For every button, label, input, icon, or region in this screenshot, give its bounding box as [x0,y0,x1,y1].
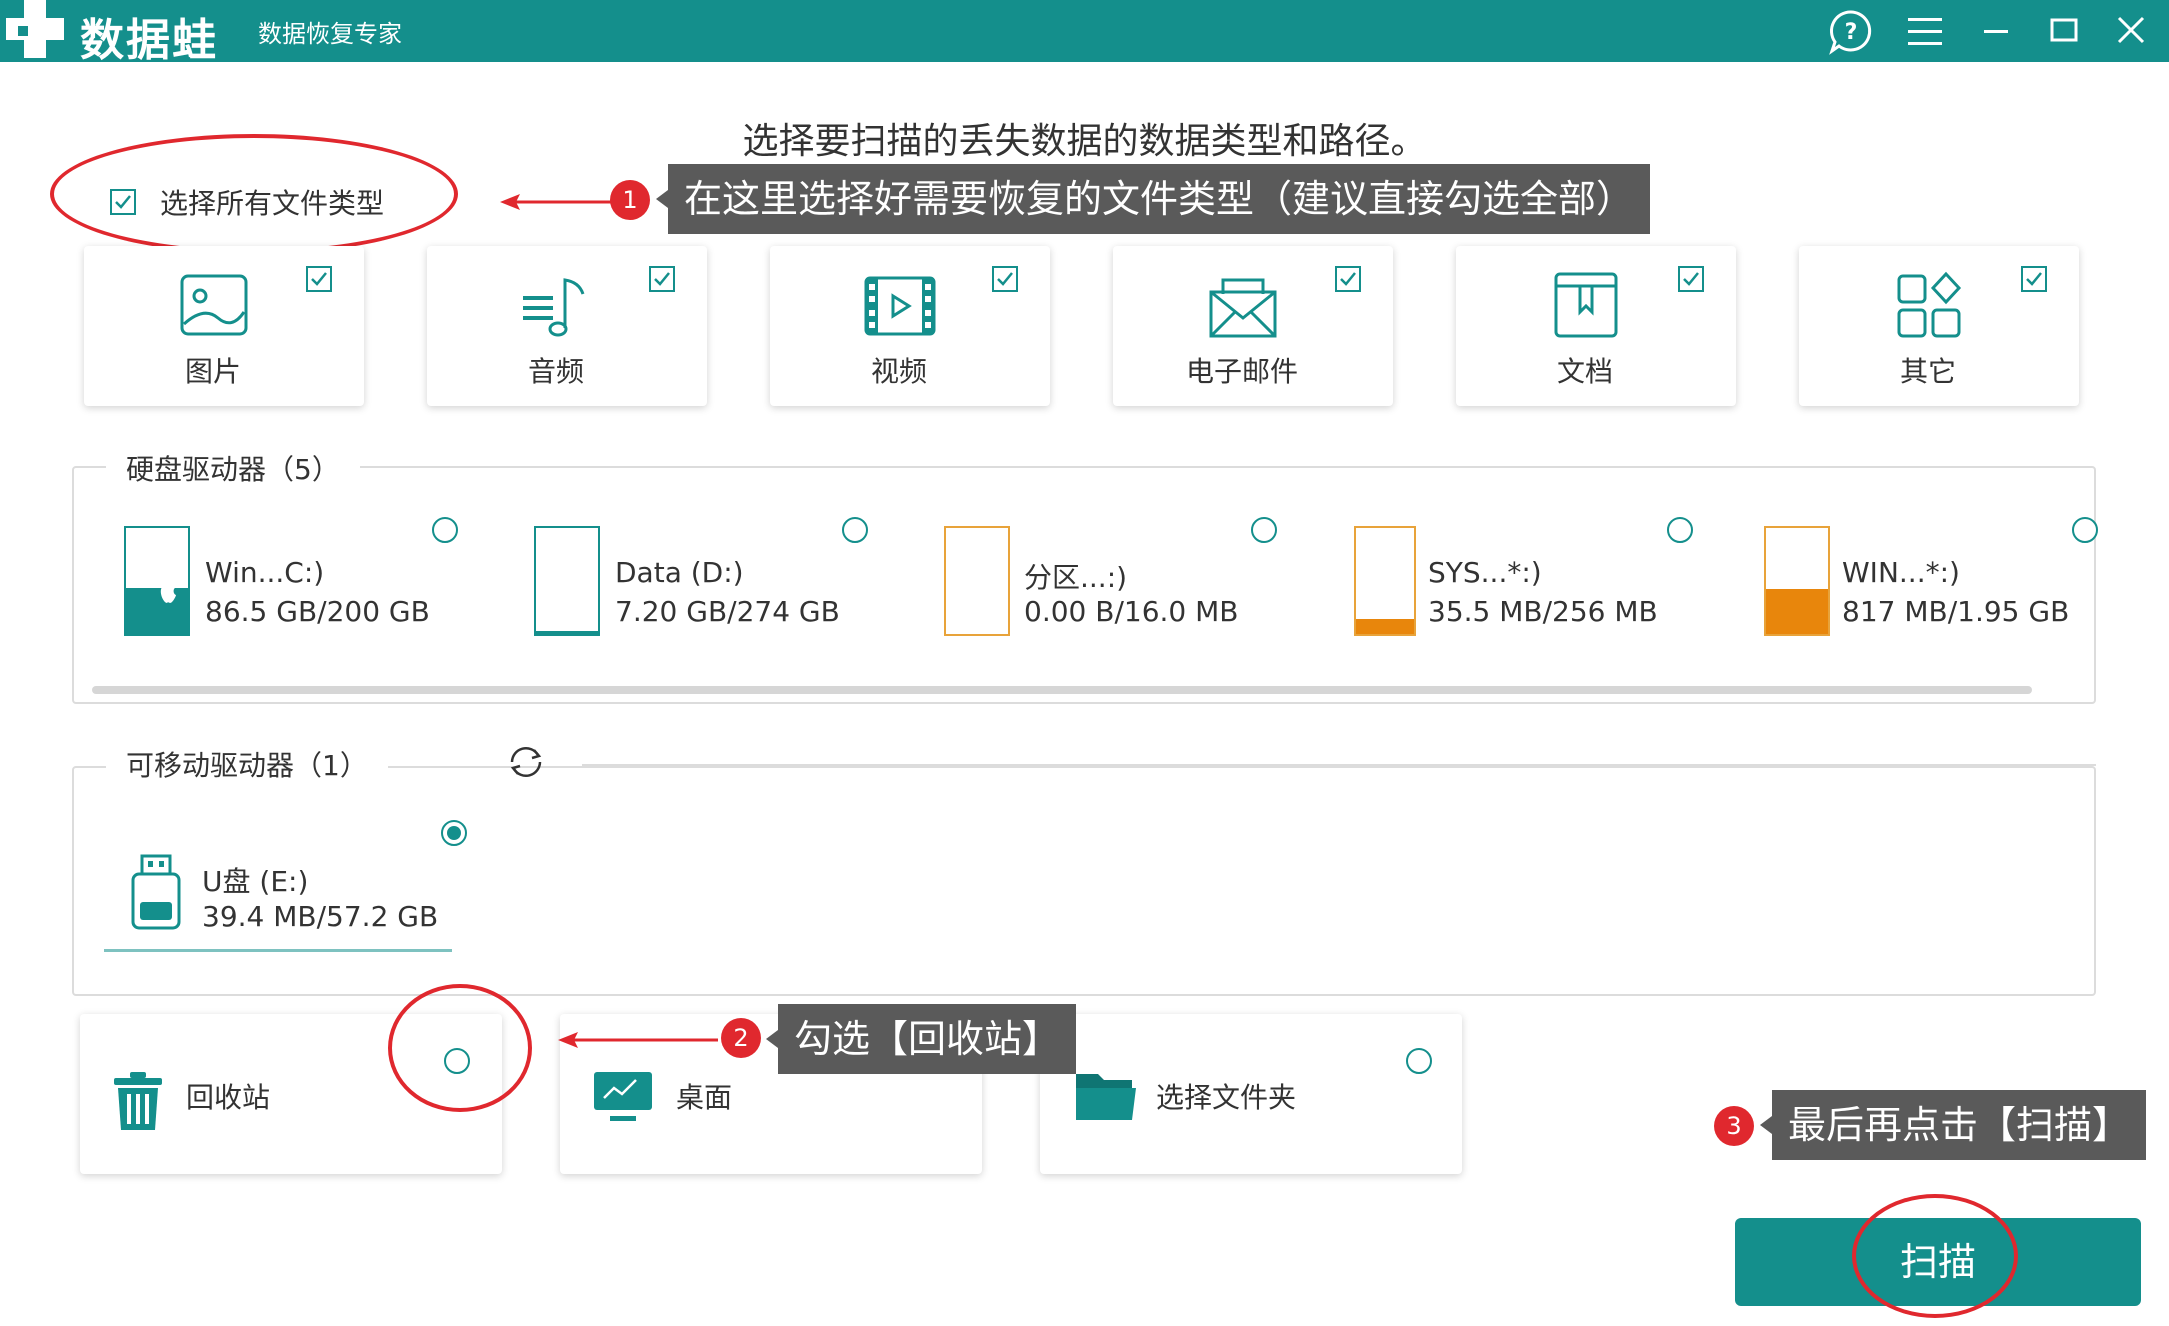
group-title-divider [582,764,2096,766]
location-label: 回收站 [186,1081,271,1114]
drive-radio[interactable] [432,517,458,543]
svg-text:?: ? [1845,20,1858,45]
drive-name: Data (D:) [615,556,744,589]
filetype-label: 图片 [184,355,241,388]
title-bar: 数据蛙 数据恢复专家 ? [0,0,2169,66]
filetype-label: 文档 [1556,355,1613,388]
help-icon[interactable]: ? [1826,6,1876,56]
folder-icon [1076,1074,1136,1120]
hard-drives-title: 硬盘驱动器（5） [106,448,360,488]
apple-icon [160,581,176,603]
filetype-card-audio[interactable]: 音频 [427,246,707,406]
drive-usage-bar [944,526,1010,636]
drive-size: 7.20 GB/274 GB [615,595,840,628]
filetype-card-email[interactable]: 电子邮件 [1113,246,1393,406]
drive-radio[interactable] [1667,517,1693,543]
checkbox-checked-icon[interactable] [2021,266,2047,292]
app-subtitle: 数据恢复专家 [258,20,402,48]
highlight-ellipse-select-all [50,134,458,254]
drive-name: U盘 (E:) [202,865,309,898]
annotation-tooltip-2: 勾选【回收站】 [765,1004,1077,1074]
drive-usage-bar [534,526,600,636]
drive-radio-selected[interactable] [441,820,467,846]
drive-name: SYS...*:) [1428,556,1542,589]
email-icon [1209,278,1277,338]
minimize-icon[interactable] [1970,6,2020,56]
location-radio[interactable] [1406,1048,1432,1074]
drive-radio[interactable] [2072,517,2098,543]
desktop-icon [594,1072,652,1121]
annotation-badge-1: 1 [610,180,650,220]
drive-name: Win...C:) [205,556,325,589]
filetype-card-video[interactable]: 视频 [770,246,1050,406]
refresh-icon[interactable] [504,744,548,780]
filetype-label: 电子邮件 [1185,355,1298,388]
audio-icon [523,278,585,337]
removable-drives-group [72,766,2096,996]
annotation-tooltip-1: 在这里选择好需要恢复的文件类型（建议直接勾选全部） [655,164,1651,234]
drive-size: 0.00 B/16.0 MB [1024,595,1239,628]
annotation-tooltip-3: 最后再点击【扫描】 [1759,1090,2147,1160]
drive-usage-fill [1356,619,1414,634]
drive-size: 39.4 MB/57.2 GB [202,900,439,933]
location-card-folder[interactable]: 选择文件夹 [1040,1014,1462,1174]
drive-size: 86.5 GB/200 GB [205,595,430,628]
removable-drives-title: 可移动驱动器（1） [106,744,388,784]
drive-name: WIN...*:) [1842,556,1960,589]
drive-usage-fill [536,630,598,634]
selection-underline [104,949,452,952]
filetype-card-image[interactable]: 图片 [84,246,364,406]
drive-size: 817 MB/1.95 GB [1842,595,2070,628]
location-label: 桌面 [676,1081,733,1114]
video-icon [864,276,936,336]
highlight-ellipse-scan [1852,1194,2018,1318]
trash-icon [114,1072,162,1130]
annotation-badge-2: 2 [721,1018,761,1058]
filetype-label: 视频 [870,355,927,388]
app-logo-text: 数据蛙 [80,15,218,66]
annotation-badge-3: 3 [1714,1106,1754,1146]
filetype-label: 其它 [1899,355,1956,388]
drive-usage-bar [1354,526,1416,636]
drive-size: 35.5 MB/256 MB [1428,595,1658,628]
other-icon [1897,271,1962,338]
checkbox-checked-icon[interactable] [306,266,332,292]
document-icon [1554,272,1618,338]
maximize-icon[interactable] [2038,6,2088,56]
filetype-card-document[interactable]: 文档 [1456,246,1736,406]
checkbox-checked-icon[interactable] [1335,266,1361,292]
usb-drive-icon [131,854,181,930]
drive-usage-fill [1766,589,1828,634]
drive-radio[interactable] [1251,517,1277,543]
location-label: 选择文件夹 [1156,1081,1297,1114]
image-icon [180,274,248,336]
drive-usage-bar [1764,526,1830,636]
arrow-annotation-2 [558,1032,718,1048]
drives-horizontal-scrollbar[interactable] [92,686,2032,694]
highlight-ellipse-recycle-radio [388,984,532,1112]
checkbox-checked-icon[interactable] [649,266,675,292]
checkbox-checked-icon[interactable] [992,266,1018,292]
arrow-annotation-1 [500,194,618,210]
checkbox-checked-icon[interactable] [1678,266,1704,292]
drive-radio[interactable] [842,517,868,543]
close-icon[interactable] [2106,6,2156,56]
menu-icon[interactable] [1900,6,1950,56]
filetype-label: 音频 [527,355,584,388]
drive-name: 分区...:) [1024,561,1128,594]
filetype-card-other[interactable]: 其它 [1799,246,2079,406]
logo-icon [6,0,64,58]
